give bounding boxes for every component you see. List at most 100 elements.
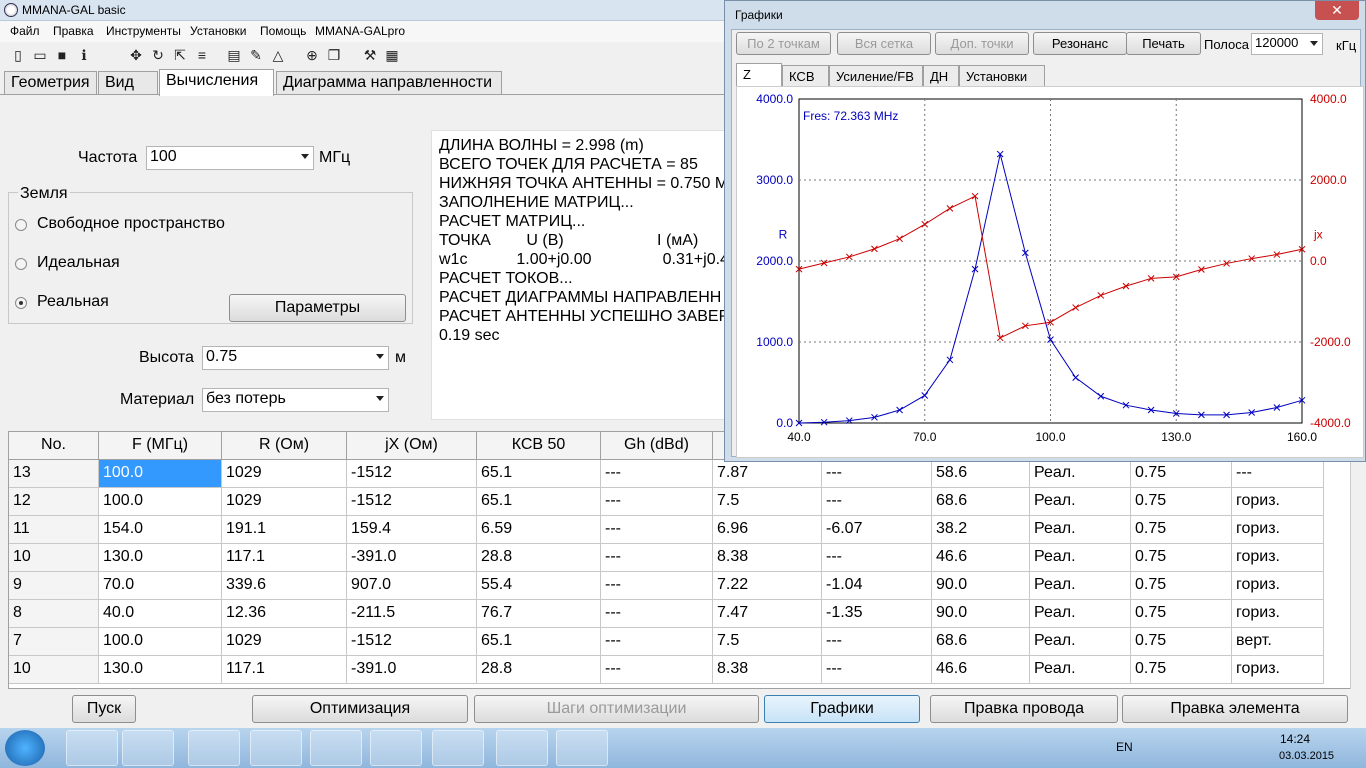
row-number-cell[interactable]: 11 <box>9 516 99 544</box>
table-cell[interactable]: 907.0 <box>347 572 477 600</box>
table-cell[interactable]: 65.1 <box>477 460 601 488</box>
row-number-cell[interactable]: 9 <box>9 572 99 600</box>
table-cell[interactable]: 130.0 <box>99 656 222 684</box>
firefox-icon[interactable] <box>370 730 422 766</box>
table-cell[interactable]: гориз. <box>1232 600 1324 628</box>
table-cell[interactable]: 0.75 <box>1131 516 1232 544</box>
language-indicator[interactable]: EN <box>1116 740 1133 754</box>
table-cell[interactable]: 0.75 <box>1131 572 1232 600</box>
table-cell[interactable]: Реал. <box>1030 656 1131 684</box>
table-cell[interactable]: 0.75 <box>1131 544 1232 572</box>
row-number-cell[interactable]: 12 <box>9 488 99 516</box>
clock-time[interactable]: 14:24 <box>1280 732 1310 746</box>
table-scrollbar[interactable] <box>1350 431 1366 689</box>
table-cell[interactable]: 1029 <box>222 628 347 656</box>
table-cell[interactable]: 0.75 <box>1131 460 1232 488</box>
row-number-cell[interactable]: 13 <box>9 460 99 488</box>
table-cell[interactable]: --- <box>822 628 932 656</box>
table-cell[interactable]: --- <box>601 516 713 544</box>
row-number-cell[interactable]: 10 <box>9 544 99 572</box>
table-cell[interactable]: Реал. <box>1030 516 1131 544</box>
radio-perfect[interactable] <box>15 258 27 270</box>
table-cell[interactable]: 68.6 <box>932 488 1030 516</box>
triangle-icon[interactable]: △ <box>270 47 286 63</box>
table-cell[interactable]: гориз. <box>1232 572 1324 600</box>
wire-split-icon[interactable]: ≡ <box>194 47 210 63</box>
save-icon[interactable]: ■ <box>54 47 70 63</box>
table-cell[interactable]: --- <box>601 544 713 572</box>
radio-real-label[interactable]: Реальная <box>37 293 109 311</box>
height-combo[interactable]: 0.75 <box>202 346 389 370</box>
table-cell[interactable]: 68.6 <box>932 628 1030 656</box>
full-grid-button[interactable]: Вся сетка <box>837 32 931 55</box>
band-combo[interactable]: 120000 <box>1251 33 1323 55</box>
parameters-button[interactable]: Параметры <box>229 294 406 322</box>
table-cell[interactable]: 7.22 <box>713 572 822 600</box>
table-cell[interactable]: 76.7 <box>477 600 601 628</box>
table-cell[interactable]: -391.0 <box>347 656 477 684</box>
table-cell[interactable]: 6.59 <box>477 516 601 544</box>
app-icon-g[interactable] <box>250 730 302 766</box>
row-number-cell[interactable]: 10 <box>9 656 99 684</box>
table-cell[interactable]: 7.5 <box>713 488 822 516</box>
table-cell[interactable]: гориз. <box>1232 516 1324 544</box>
table-cell[interactable]: Реал. <box>1030 460 1131 488</box>
optimization-button[interactable]: Оптимизация <box>252 695 468 723</box>
table-cell[interactable]: 90.0 <box>932 600 1030 628</box>
tab-pattern[interactable]: Диаграмма направленности <box>276 71 502 95</box>
tab-pattern[interactable]: ДН <box>923 65 959 87</box>
move-icon[interactable]: ✥ <box>128 47 144 63</box>
table-cell[interactable]: -6.07 <box>822 516 932 544</box>
ie-icon[interactable] <box>66 730 118 766</box>
table-cell[interactable]: 28.8 <box>477 656 601 684</box>
table-cell[interactable]: гориз. <box>1232 544 1324 572</box>
radio-free-space[interactable] <box>15 219 27 231</box>
column-header[interactable]: F (МГц) <box>99 432 222 460</box>
table-cell[interactable]: 8.38 <box>713 656 822 684</box>
word-icon[interactable] <box>432 730 484 766</box>
table-cell[interactable]: --- <box>601 460 713 488</box>
table-cell[interactable]: гориз. <box>1232 488 1324 516</box>
scale-icon[interactable]: ⇱ <box>172 47 188 63</box>
table-cell[interactable]: Реал. <box>1030 544 1131 572</box>
document-icon[interactable]: ▤ <box>226 47 242 63</box>
run-button[interactable]: Пуск <box>72 695 136 723</box>
mmana-icon[interactable] <box>556 730 608 766</box>
results-table[interactable]: No. F (МГц) R (Ом) jX (Ом) КСВ 50 Gh (dBd) 13 1… <box>8 431 1358 689</box>
table-cell[interactable]: Реал. <box>1030 572 1131 600</box>
table-cell[interactable]: 8.38 <box>713 544 822 572</box>
table-cell[interactable]: 6.96 <box>713 516 822 544</box>
tab-swr[interactable]: КСВ <box>782 65 829 87</box>
close-icon[interactable]: ✕ <box>1315 1 1359 20</box>
table-cell[interactable]: 1029 <box>222 488 347 516</box>
edit-element-button[interactable]: Правка элемента <box>1122 695 1348 723</box>
column-header[interactable]: jX (Ом) <box>347 432 477 460</box>
start-button[interactable] <box>5 730 45 766</box>
table-cell[interactable]: 159.4 <box>347 516 477 544</box>
tab-impedance[interactable]: Z <box>736 63 782 88</box>
extra-points-button[interactable]: Доп. точки <box>935 32 1029 55</box>
menu-edit[interactable]: Правка <box>53 24 94 38</box>
graphs-button[interactable]: Графики <box>764 695 920 723</box>
tab-geometry[interactable]: Геометрия <box>4 71 97 95</box>
table-cell[interactable]: 0.75 <box>1131 600 1232 628</box>
table-cell[interactable]: -1512 <box>347 488 477 516</box>
row-number-cell[interactable]: 8 <box>9 600 99 628</box>
table-cell[interactable]: -391.0 <box>347 544 477 572</box>
table-cell[interactable]: -1512 <box>347 628 477 656</box>
table-cell[interactable]: --- <box>822 656 932 684</box>
table-cell[interactable]: 65.1 <box>477 628 601 656</box>
print-button[interactable]: Печать <box>1126 32 1201 55</box>
table-cell[interactable]: --- <box>601 656 713 684</box>
table-cell[interactable]: 0.75 <box>1131 488 1232 516</box>
menu-file[interactable]: Файл <box>10 24 40 38</box>
column-header[interactable]: R (Ом) <box>222 432 347 460</box>
tab-gain-fb[interactable]: Усиление/FB <box>829 65 923 87</box>
edit-wire-button[interactable]: Правка провода <box>930 695 1118 723</box>
table-cell[interactable]: --- <box>822 544 932 572</box>
table-cell[interactable]: 40.0 <box>99 600 222 628</box>
menu-pro[interactable]: MMANA-GALpro <box>315 24 405 38</box>
table-cell[interactable]: гориз. <box>1232 656 1324 684</box>
rotate-icon[interactable]: ↻ <box>150 47 166 63</box>
two-points-button[interactable]: По 2 точкам <box>736 32 831 55</box>
